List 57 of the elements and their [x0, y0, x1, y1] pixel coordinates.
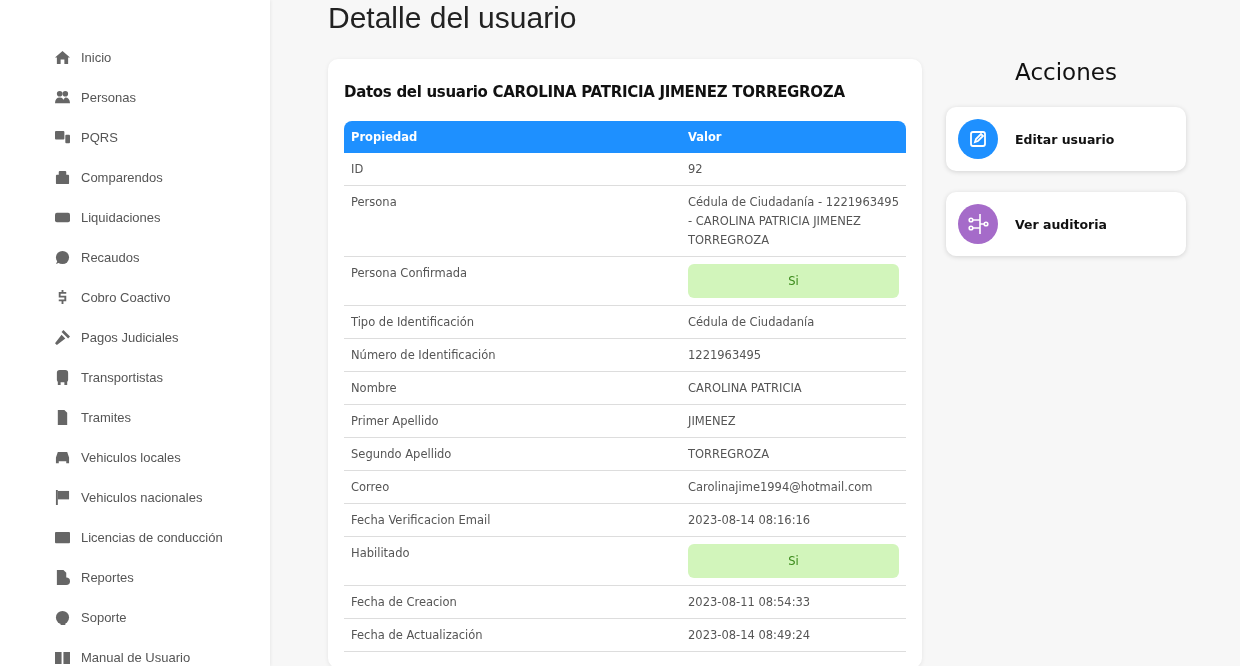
- sidebar-item[interactable]: Vehiculos locales: [0, 437, 270, 477]
- gavel-icon: [55, 329, 70, 345]
- sidebar-item[interactable]: Tramites: [0, 397, 270, 437]
- sidebar-item[interactable]: Inicio: [0, 37, 270, 77]
- column-header: Valor: [681, 121, 906, 153]
- table-cell: Habilitado: [344, 536, 681, 586]
- sidebar-item[interactable]: Manual de Usuario: [0, 637, 270, 666]
- table-cell: Persona Confirmada: [344, 256, 681, 306]
- table-cell: Nombre: [344, 371, 681, 405]
- table-cell: JIMENEZ: [681, 404, 906, 438]
- column-header: Propiedad: [344, 121, 681, 153]
- table-cell: Tipo de Identificación: [344, 305, 681, 339]
- bus-icon: [55, 369, 70, 385]
- table-cell: Fecha Verificacion Email: [344, 503, 681, 537]
- table-cell: Correo: [344, 470, 681, 504]
- table-cell: 1221963495: [681, 338, 906, 372]
- table-cell: Segundo Apellido: [344, 437, 681, 471]
- table-cell: Carolinajime1994@hotmail.com: [681, 470, 906, 504]
- sidebar-item[interactable]: Personas: [0, 77, 270, 117]
- sidebar-item[interactable]: Liquidaciones: [0, 197, 270, 237]
- table-cell: 92: [681, 153, 906, 186]
- page-title: Detalle del usuario: [328, 0, 578, 36]
- table-cell: CAROLINA PATRICIA: [681, 371, 906, 405]
- actions-title: Acciones: [1015, 59, 1117, 85]
- card-title: Datos del usuario CAROLINA PATRICIA JIMENEZ TORREGROZA: [344, 83, 846, 101]
- document-icon: [55, 409, 70, 425]
- table-cell: Fecha de Actualización: [344, 618, 681, 652]
- sidebar-item[interactable]: Vehiculos nacionales: [0, 477, 270, 517]
- sidebar-item[interactable]: Reportes: [0, 557, 270, 597]
- status-badge: Si: [688, 264, 899, 298]
- book-icon: [55, 649, 70, 665]
- action-button[interactable]: Editar usuario: [946, 107, 1186, 171]
- table-cell: ID: [344, 153, 681, 186]
- table-cell: Número de Identificación: [344, 338, 681, 372]
- table-cell: TORREGROZA: [681, 437, 906, 471]
- table-cell: 2023-08-14 08:49:24: [681, 618, 906, 652]
- table-cell: Primer Apellido: [344, 404, 681, 438]
- sidebar-item[interactable]: Recaudos: [0, 237, 270, 277]
- flag-icon: [55, 489, 70, 505]
- car-icon: [55, 449, 70, 465]
- sidebar-item[interactable]: Transportistas: [0, 357, 270, 397]
- sidebar-item[interactable]: Cobro Coactivo: [0, 277, 270, 317]
- sidebar-item[interactable]: Comparendos: [0, 157, 270, 197]
- sidebar-item[interactable]: Pagos Judiciales: [0, 317, 270, 357]
- action-button[interactable]: Ver auditoria: [946, 192, 1186, 256]
- sidebar-item[interactable]: Licencias de conducción: [0, 517, 270, 557]
- table-cell: Cédula de Ciudadanía: [681, 305, 906, 339]
- status-badge: Si: [688, 544, 899, 578]
- table-cell: 2023-08-14 08:16:16: [681, 503, 906, 537]
- people-icon: [55, 89, 70, 105]
- table-cell: Fecha de Creacion: [344, 585, 681, 619]
- table-cell: 2023-08-11 08:54:33: [681, 585, 906, 619]
- table-cell: Cédula de Ciudadanía - 1221963495 - CAROLINA PATRICIA JIMENEZ TORREGROZA: [681, 185, 906, 257]
- sidebar-item[interactable]: Soporte: [0, 597, 270, 637]
- house-icon: [55, 49, 70, 65]
- sidebar-item[interactable]: PQRS: [0, 117, 270, 157]
- table-cell: Persona: [344, 185, 681, 257]
